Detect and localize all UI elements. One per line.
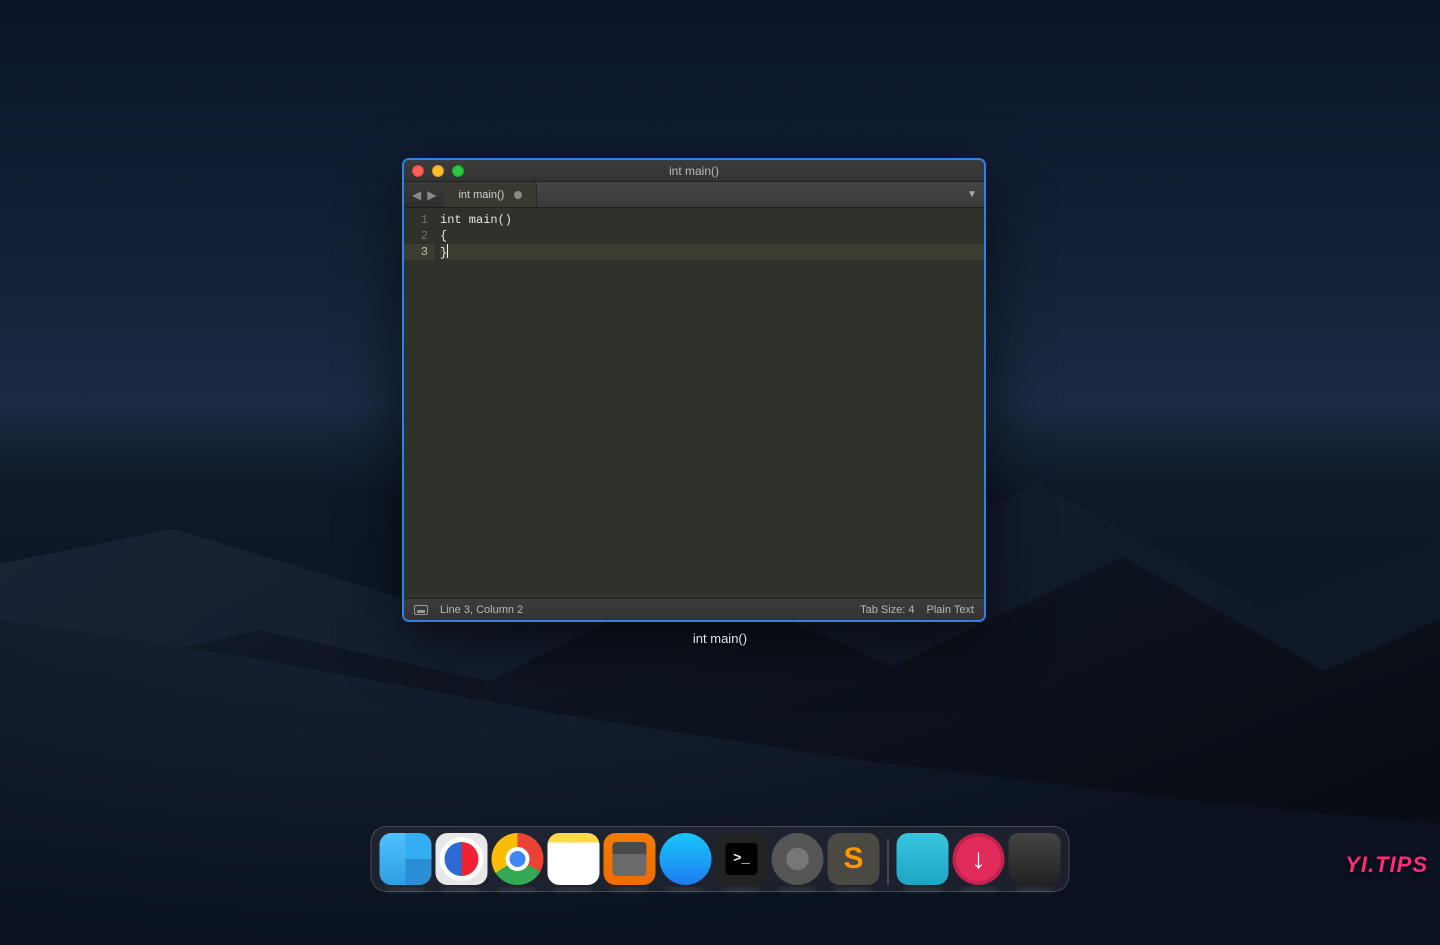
code-line[interactable]: } — [440, 244, 984, 260]
nav-back-icon[interactable]: ◀ — [410, 188, 423, 202]
watermark: YI.TIPS — [1345, 852, 1428, 878]
zoom-button[interactable] — [452, 165, 464, 177]
dock-item-applications-folder[interactable] — [897, 833, 949, 885]
window-title: int main() — [404, 164, 984, 178]
dock — [371, 826, 1070, 892]
dock-item-chrome[interactable] — [492, 833, 544, 885]
line-number: 2 — [404, 228, 428, 244]
text-cursor — [447, 244, 448, 258]
status-bar: Line 3, Column 2 Tab Size: 4 Plain Text — [404, 598, 984, 620]
cursor-position[interactable]: Line 3, Column 2 — [440, 604, 523, 616]
dock-item-notes[interactable] — [548, 833, 600, 885]
close-button[interactable] — [412, 165, 424, 177]
tab-size-control[interactable]: Tab Size: 4 — [860, 604, 914, 616]
dock-item-trash[interactable] — [1009, 833, 1061, 885]
line-number-gutter: 123 — [404, 208, 434, 598]
code-pane[interactable]: int main(){} — [434, 208, 984, 598]
dirty-indicator-icon — [514, 191, 522, 199]
window-caption: int main() — [0, 631, 1440, 646]
dock-item-app-store[interactable] — [660, 833, 712, 885]
code-line[interactable]: { — [440, 228, 984, 244]
minimize-button[interactable] — [432, 165, 444, 177]
line-number: 3 — [404, 244, 434, 260]
dock-item-downloads[interactable] — [953, 833, 1005, 885]
editor-window: int main() ◀ ▶ int main() ▼ 123 int main… — [402, 158, 986, 622]
tab-label: int main() — [458, 189, 504, 201]
traffic-lights — [412, 165, 464, 177]
tab-bar-spacer — [537, 182, 960, 207]
tab-dropdown-icon[interactable]: ▼ — [960, 182, 984, 207]
dock-separator — [888, 839, 889, 885]
tab-history-nav: ◀ ▶ — [404, 182, 444, 207]
nav-forward-icon[interactable]: ▶ — [425, 188, 438, 202]
panel-switcher-icon[interactable] — [414, 605, 428, 615]
tab-bar: ◀ ▶ int main() ▼ — [404, 182, 984, 208]
dock-item-calculator[interactable] — [604, 833, 656, 885]
dock-item-finder[interactable] — [380, 833, 432, 885]
dock-item-safari[interactable] — [436, 833, 488, 885]
code-line[interactable]: int main() — [440, 212, 984, 228]
line-number: 1 — [404, 212, 428, 228]
editor-area[interactable]: 123 int main(){} — [404, 208, 984, 598]
dock-item-terminal[interactable] — [716, 833, 768, 885]
titlebar[interactable]: int main() — [404, 160, 984, 182]
tab-active[interactable]: int main() — [444, 182, 537, 207]
dock-item-system-preferences[interactable] — [772, 833, 824, 885]
syntax-control[interactable]: Plain Text — [927, 604, 975, 616]
dock-item-sublime-text[interactable] — [828, 833, 880, 885]
